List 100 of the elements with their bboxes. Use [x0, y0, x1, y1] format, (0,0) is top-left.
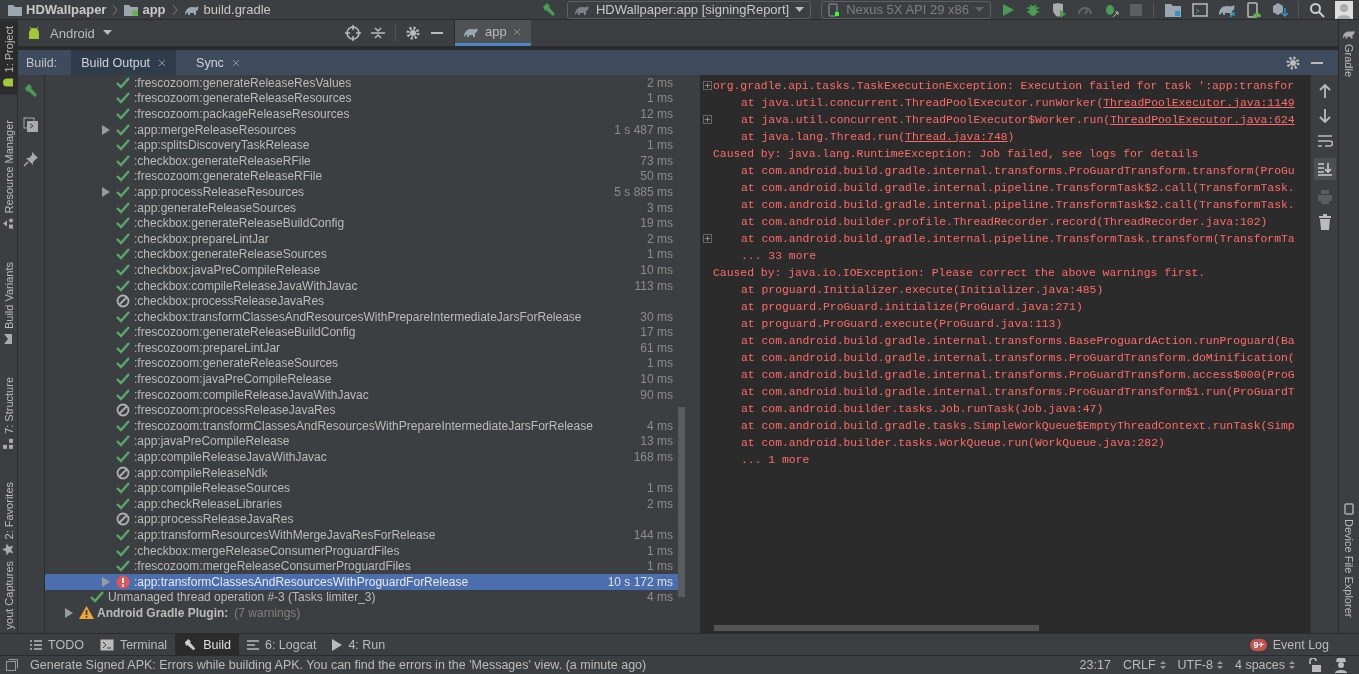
pin-icon[interactable]	[23, 151, 39, 167]
trash-icon[interactable]	[1317, 214, 1332, 230]
build-task-row[interactable]: :checkbox:javaPreCompileRelease 10 ms	[45, 262, 678, 278]
inspector-icon[interactable]	[1333, 657, 1349, 673]
build-task-row[interactable]: :app:checkReleaseLibraries 2 ms	[45, 496, 678, 512]
fold-icon[interactable]	[703, 233, 712, 243]
build-task-row[interactable]: :frescozoom:generateReleaseBuildConfig 17 ms	[45, 324, 678, 341]
console-icon[interactable]	[23, 117, 39, 133]
unlock-icon[interactable]	[1307, 658, 1321, 672]
build-task-row[interactable]: :checkbox:generateReleaseRFile 73 ms	[45, 152, 678, 169]
build-task-row[interactable]: :frescozoom:generateReleaseRFile 50 ms	[45, 168, 678, 185]
caret-position[interactable]: 23:17	[1079, 658, 1111, 672]
line-separator-selector[interactable]: CRLF	[1122, 658, 1166, 672]
build-task-row[interactable]: :frescozoom:packageReleaseResources 12 ms	[45, 106, 678, 122]
tool-window-tab[interactable]: 6: Logcat	[238, 634, 325, 655]
scroll-to-end-icon[interactable]	[1313, 158, 1336, 180]
build-task-row[interactable]: :frescozoom:processReleaseJavaRes	[45, 402, 678, 419]
tool-window-tab[interactable]: 4: Run	[324, 634, 394, 655]
build-task-row[interactable]: :app:mergeReleaseResources 1 s 487 ms	[45, 121, 678, 138]
user-icon[interactable]	[1335, 0, 1353, 19]
indent-selector[interactable]: 4 spaces	[1234, 658, 1295, 672]
tool-window-tab[interactable]: 2: Favorites	[0, 475, 17, 562]
tool-window-tab[interactable]: Build	[175, 634, 239, 655]
tool-window-tab[interactable]: Device File Explorer	[1343, 502, 1355, 633]
window-icon[interactable]	[6, 659, 18, 671]
arrow-up-icon[interactable]	[1317, 83, 1332, 99]
encoding-selector[interactable]: UTF-8	[1177, 658, 1223, 672]
panel-tab[interactable]: Sync	[186, 50, 250, 75]
close-icon[interactable]	[512, 27, 521, 36]
folder-grid-icon[interactable]	[1164, 1, 1182, 18]
build-task-row[interactable]: :checkbox:compileReleaseJavaWithJavac 113 ms	[45, 277, 678, 294]
panel-tab[interactable]: Build Output	[71, 50, 177, 75]
build-task-row[interactable]: :app:transformResourcesWithMergeJavaResForRelease 144 ms	[45, 527, 678, 543]
terminal-window-icon[interactable]	[1192, 1, 1208, 18]
hammer-icon[interactable]	[540, 1, 557, 18]
tool-window-tab[interactable]: Resource Manager	[0, 114, 17, 237]
build-task-row[interactable]: :checkbox:generateReleaseBuildConfig 19 ms	[45, 215, 678, 231]
expand-arrow-icon[interactable]	[102, 186, 110, 197]
breadcrumb[interactable]: HDWallpaper	[4, 2, 111, 17]
build-task-row[interactable]: :frescozoom:transformClassesAndResourcesWithPrepareIntermediateJarsForRelease 4 ms	[45, 418, 678, 434]
build-task-row[interactable]: :checkbox:mergeReleaseConsumerProguardFiles 1 ms	[45, 542, 678, 559]
tool-window-tab[interactable]: 1: Project	[0, 20, 17, 95]
build-task-row[interactable]: :app:processReleaseJavaRes	[45, 511, 678, 528]
shield-icon[interactable]	[1051, 1, 1067, 18]
hammer-icon[interactable]	[23, 83, 39, 99]
arrow-down-icon[interactable]	[1317, 108, 1332, 124]
wrap-icon[interactable]	[1316, 133, 1333, 149]
editor-tab[interactable]: app	[455, 20, 531, 46]
expand-arrow-icon[interactable]	[65, 608, 73, 618]
build-task-row[interactable]: :checkbox:generateReleaseSources 1 ms	[45, 246, 678, 263]
build-task-row[interactable]: :app:compileReleaseJavaWithJavac 168 ms	[45, 449, 678, 465]
run-configuration-dropdown[interactable]: HDWallpaper:app [signingReport]	[566, 0, 812, 19]
fold-icon[interactable]	[703, 80, 712, 90]
warnings-row[interactable]: Android Gradle Plugin: (7 warnings)	[45, 605, 678, 621]
build-task-row[interactable]: :frescozoom:generateReleaseSources 1 ms	[45, 355, 678, 372]
scrollbar-thumb[interactable]	[714, 625, 1039, 631]
build-task-row[interactable]: Unmanaged thread operation #-3 (Tasks limiter_3) 4 ms	[45, 589, 678, 606]
close-icon[interactable]	[158, 58, 167, 67]
phone-android-icon[interactable]	[1246, 1, 1262, 18]
build-task-row[interactable]: :app:transformClassesAndResourcesWithProguardForRelease 10 s 172 ms	[45, 574, 678, 590]
tool-window-tab[interactable]: Build Variants	[0, 256, 17, 352]
build-task-row[interactable]: :app:compileReleaseNdk	[45, 464, 678, 481]
tool-window-tab[interactable]: Gradle	[1342, 20, 1356, 78]
event-log-button[interactable]: 9+ Event Log	[1250, 637, 1329, 652]
source-link[interactable]: ThreadPoolExecutor.java:1149	[1103, 96, 1295, 109]
crosshair-icon[interactable]	[345, 25, 361, 41]
tool-window-tab[interactable]: yout Captures	[0, 561, 17, 633]
scrollbar-thumb[interactable]	[678, 407, 685, 597]
settings-icon[interactable]	[406, 26, 420, 40]
bug-icon[interactable]	[1025, 1, 1041, 18]
search-icon[interactable]	[1309, 1, 1325, 18]
settings-icon[interactable]	[1286, 55, 1300, 70]
source-link[interactable]: Thread.java:748	[905, 130, 1008, 143]
build-task-row[interactable]: :checkbox:processReleaseJavaRes	[45, 293, 678, 309]
run-icon[interactable]	[1001, 2, 1015, 17]
build-task-row[interactable]: :checkbox:transformClassesAndResourcesWithPrepareIntermediateJarsForRelease 30 ms	[45, 308, 678, 325]
collapse-icon[interactable]	[371, 26, 385, 40]
build-task-row[interactable]: :frescozoom:mergeReleaseConsumerProguardFiles 1 ms	[45, 558, 678, 574]
tool-window-tab[interactable]: 7: Structure	[0, 371, 17, 456]
source-link[interactable]: ThreadPoolExecutor.java:624	[1110, 113, 1295, 126]
build-task-row[interactable]: :checkbox:prepareLintJar 2 ms	[45, 230, 678, 247]
tool-window-tab[interactable]: Terminal	[91, 634, 176, 655]
close-icon[interactable]	[231, 58, 240, 67]
build-task-row[interactable]: :app:processReleaseResources 5 s 885 ms	[45, 184, 678, 200]
build-task-row[interactable]: :app:generateReleaseSources 3 ms	[45, 199, 678, 216]
build-task-row[interactable]: :frescozoom:generateReleaseResources 1 ms	[45, 90, 678, 107]
project-view-dropdown[interactable]: Android	[26, 25, 112, 41]
expand-arrow-icon[interactable]	[102, 124, 110, 135]
breadcrumb[interactable]: app	[120, 2, 170, 17]
build-task-row[interactable]: :app:javaPreCompileRelease 13 ms	[45, 433, 678, 450]
package-download-icon[interactable]	[1272, 1, 1288, 18]
breadcrumb[interactable]: build.gradle	[179, 2, 275, 17]
build-task-row[interactable]: :frescozoom:prepareLintJar 61 ms	[45, 340, 678, 356]
build-task-row[interactable]: :frescozoom:javaPreCompileRelease 10 ms	[45, 371, 678, 387]
tool-window-tab[interactable]: TODO	[22, 634, 92, 655]
fold-icon[interactable]	[703, 114, 712, 124]
build-task-row[interactable]: :frescozoom:compileReleaseJavaWithJavac 90 ms	[45, 386, 678, 403]
build-task-row[interactable]: :app:compileReleaseSources 1 ms	[45, 480, 678, 497]
build-task-row[interactable]: :frescozoom:generateReleaseResValues 2 ms	[45, 75, 678, 91]
build-task-row[interactable]: :app:splitsDiscoveryTaskRelease 1 ms	[45, 137, 678, 153]
